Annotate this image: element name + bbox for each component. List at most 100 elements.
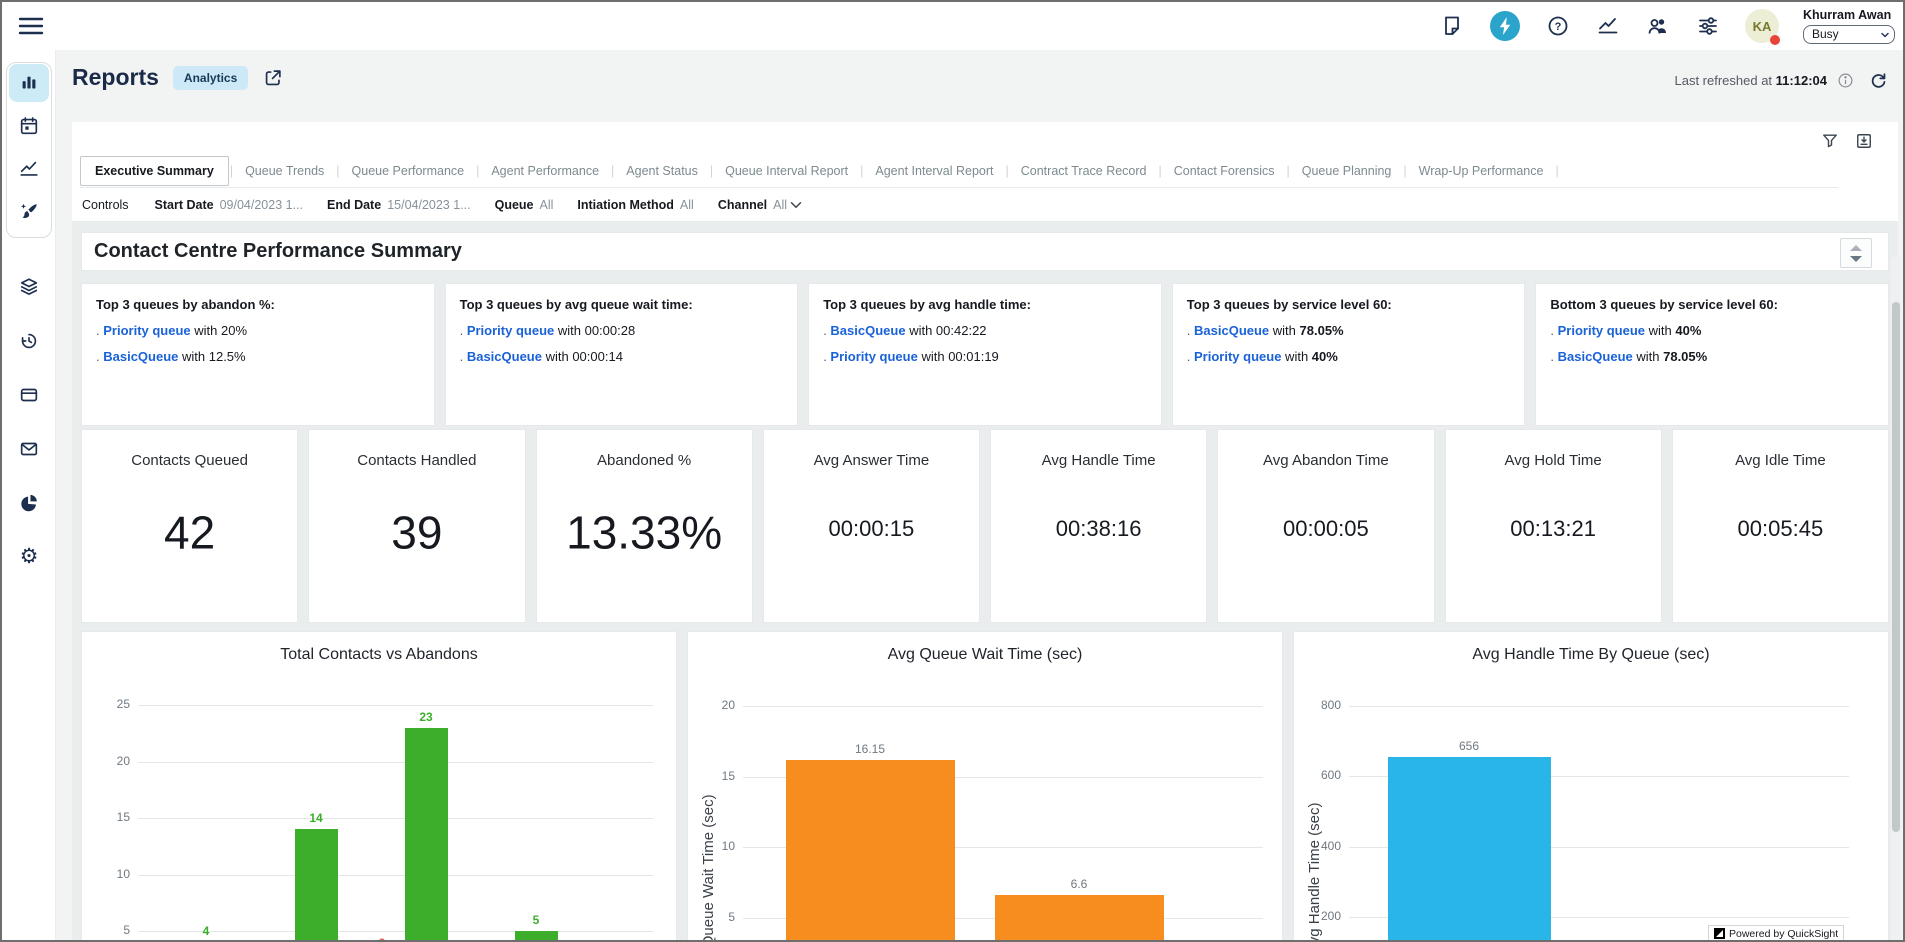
sidebar-item-window[interactable] bbox=[9, 376, 49, 414]
avatar[interactable]: KA bbox=[1745, 9, 1779, 43]
flash-icon[interactable] bbox=[1489, 10, 1521, 42]
bar-value-label: 14 bbox=[281, 811, 351, 825]
last-refreshed-time: 11:12:04 bbox=[1776, 73, 1827, 88]
tabs-row: Executive Summary|Queue Trends|Queue Per… bbox=[80, 155, 1838, 188]
queue-link-priority-queue[interactable]: Priority queue bbox=[1194, 349, 1281, 364]
kpi-card-abandoned: Abandoned %13.33% bbox=[536, 429, 753, 623]
powered-by-badge: Powered by QuickSight bbox=[1708, 925, 1844, 942]
insight-card-5: Bottom 3 queues by service level 60:. Pr… bbox=[1535, 283, 1889, 426]
controls-expand-chevron-icon[interactable] bbox=[787, 196, 805, 214]
filter-start-date[interactable]: Start Date09/04/2023 1... bbox=[155, 198, 303, 212]
y-tick-label: 20 bbox=[82, 754, 130, 768]
tab-queue-performance[interactable]: Queue Performance bbox=[341, 157, 476, 185]
sidebar-item-design[interactable] bbox=[9, 193, 49, 231]
y-tick-label: 400 bbox=[1294, 839, 1341, 853]
help-icon[interactable]: ? bbox=[1545, 13, 1571, 39]
controls-bar: Controls Start Date09/04/2023 1...End Da… bbox=[72, 188, 1898, 222]
kpi-value: 00:00:15 bbox=[764, 516, 979, 542]
tab-queue-trends[interactable]: Queue Trends bbox=[234, 157, 335, 185]
filter-intiation-method[interactable]: Intiation MethodAll bbox=[577, 198, 693, 212]
insight-value: 00:00:14 bbox=[572, 349, 623, 364]
bar-value-label: 5 bbox=[501, 913, 571, 927]
bullet: . bbox=[1187, 323, 1194, 338]
status-select[interactable]: Busy bbox=[1803, 25, 1895, 44]
insight-value: 20% bbox=[221, 323, 247, 338]
insight-item: . Priority queue with 20% bbox=[96, 323, 420, 338]
tab-wrap-up-performance[interactable]: Wrap-Up Performance bbox=[1408, 157, 1555, 185]
tab-contact-forensics[interactable]: Contact Forensics bbox=[1163, 157, 1286, 185]
bar-value-label: 4 bbox=[171, 924, 241, 938]
hamburger-menu-icon[interactable] bbox=[18, 14, 44, 38]
filters: Start Date09/04/2023 1... End Date15/04/2… bbox=[155, 198, 788, 212]
queue-link-priority-queue[interactable]: Priority queue bbox=[830, 349, 917, 364]
bar-total-contacts-vs-abandons-5[interactable] bbox=[515, 931, 558, 942]
tab-queue-planning[interactable]: Queue Planning bbox=[1291, 157, 1403, 185]
sidebar-item-history[interactable] bbox=[9, 322, 49, 360]
scrollbar-thumb[interactable] bbox=[1892, 302, 1900, 832]
queue-link-basicqueue[interactable]: BasicQueue bbox=[467, 349, 542, 364]
sidebar-item-reports[interactable] bbox=[9, 64, 49, 102]
queue-link-basicqueue[interactable]: BasicQueue bbox=[1194, 323, 1269, 338]
y-tick-label: 800 bbox=[1294, 698, 1341, 712]
export-icon[interactable] bbox=[1854, 131, 1874, 151]
filter-value: All bbox=[773, 198, 787, 212]
refresh-icon[interactable] bbox=[1868, 70, 1889, 91]
queue-link-priority-queue[interactable]: Priority queue bbox=[1558, 323, 1645, 338]
tab-agent-performance[interactable]: Agent Performance bbox=[480, 157, 610, 185]
bar-avg-queue-wait-time-sec-6.6[interactable] bbox=[995, 895, 1164, 942]
filter-icon[interactable] bbox=[1820, 131, 1840, 151]
user-block: Khurram Awan Busy bbox=[1803, 8, 1895, 44]
info-icon[interactable] bbox=[1837, 72, 1854, 89]
bar-value-label: 6.6 bbox=[1044, 877, 1114, 891]
filter-channel[interactable]: ChannelAll bbox=[718, 198, 787, 212]
insight-card-title: Top 3 queues by avg queue wait time: bbox=[460, 297, 784, 312]
chart-total-contacts-vs-abandons: Total Contacts vs Abandons51015202541432… bbox=[81, 631, 677, 942]
notepad-icon[interactable] bbox=[1439, 13, 1465, 39]
tab-contract-trace-record[interactable]: Contract Trace Record bbox=[1010, 157, 1158, 185]
queue-link-basicqueue[interactable]: BasicQueue bbox=[830, 323, 905, 338]
chart-title: Avg Handle Time By Queue (sec) bbox=[1294, 646, 1888, 664]
calendar-icon bbox=[18, 115, 40, 137]
filter-name: Start Date bbox=[155, 198, 214, 212]
filter-end-date[interactable]: End Date15/04/2023 1... bbox=[327, 198, 471, 212]
filter-queue[interactable]: QueueAll bbox=[495, 198, 554, 212]
bar-total-contacts-vs-abandons-14[interactable] bbox=[295, 829, 338, 942]
kpi-card-avg-idle-time: Avg Idle Time00:05:45 bbox=[1672, 429, 1889, 623]
bar-avg-queue-wait-time-sec-16.15[interactable] bbox=[786, 760, 955, 942]
sidebar-item-settings[interactable]: ⚙ bbox=[9, 537, 49, 575]
sliders-icon[interactable] bbox=[1695, 13, 1721, 39]
metrics-icon[interactable] bbox=[1595, 13, 1621, 39]
sidebar-item-calendar[interactable] bbox=[9, 107, 49, 145]
bullet: . bbox=[1187, 349, 1194, 364]
spinner-down-button[interactable] bbox=[1850, 256, 1862, 262]
insight-card-title: Top 3 queues by abandon %: bbox=[96, 297, 420, 312]
sidebar-item-layers[interactable] bbox=[9, 268, 49, 306]
insight-connector: with bbox=[906, 323, 936, 338]
kpi-card-avg-handle-time: Avg Handle Time00:38:16 bbox=[990, 429, 1207, 623]
filter-name: Queue bbox=[495, 198, 534, 212]
user-name: Khurram Awan bbox=[1803, 8, 1895, 22]
agents-icon[interactable] bbox=[1645, 13, 1671, 39]
sidebar-item-trends[interactable] bbox=[9, 150, 49, 188]
y-tick-label: 15 bbox=[688, 769, 735, 783]
insight-item: . Priority queue with 40% bbox=[1550, 323, 1874, 338]
insight-connector: with bbox=[918, 349, 948, 364]
bar-avg-handle-time-by-queue-sec-656[interactable] bbox=[1388, 757, 1551, 942]
insight-item: . BasicQueue with 78.05% bbox=[1187, 323, 1511, 338]
status-value: Busy bbox=[1812, 27, 1839, 41]
sidebar-item-mail[interactable] bbox=[9, 430, 49, 468]
tab-agent-interval-report[interactable]: Agent Interval Report bbox=[864, 157, 1004, 185]
app-window: ? KA bbox=[0, 0, 1905, 942]
queue-link-basicqueue[interactable]: BasicQueue bbox=[1558, 349, 1633, 364]
tab-agent-status[interactable]: Agent Status bbox=[615, 157, 709, 185]
tab-executive-summary[interactable]: Executive Summary bbox=[80, 156, 229, 186]
spinner-up-button[interactable] bbox=[1850, 245, 1862, 251]
queue-link-priority-queue[interactable]: Priority queue bbox=[103, 323, 190, 338]
sidebar-item-pie[interactable] bbox=[9, 484, 49, 522]
bar-total-contacts-vs-abandons-23[interactable] bbox=[405, 728, 448, 942]
insight-value: 78.05% bbox=[1663, 349, 1707, 364]
external-link-icon[interactable] bbox=[262, 67, 284, 89]
queue-link-priority-queue[interactable]: Priority queue bbox=[467, 323, 554, 338]
tab-queue-interval-report[interactable]: Queue Interval Report bbox=[714, 157, 859, 185]
queue-link-basicqueue[interactable]: BasicQueue bbox=[103, 349, 178, 364]
